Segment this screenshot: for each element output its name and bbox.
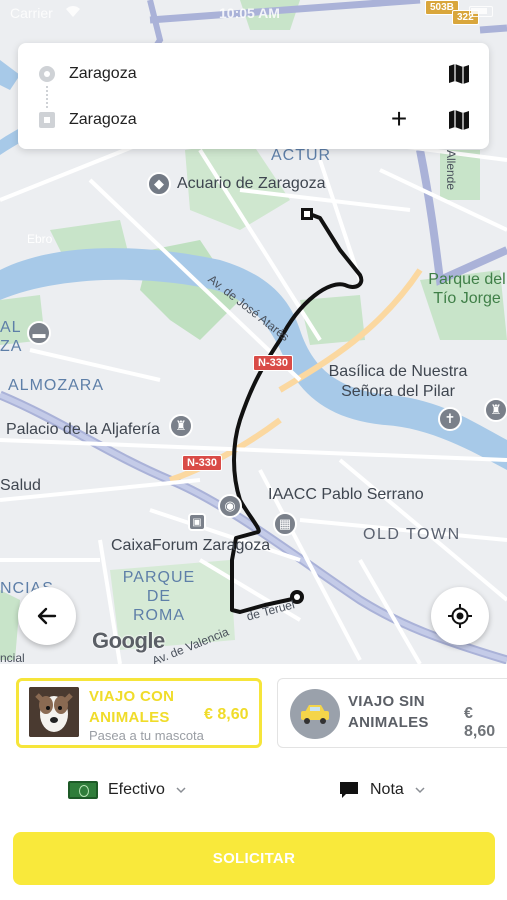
payment-row: Efectivo Nota — [0, 775, 507, 805]
map-label-ebro: Ebro — [27, 232, 53, 246]
request-button[interactable]: SOLICITAR — [13, 832, 495, 885]
map-label-old-town: OLD TOWN — [363, 526, 461, 543]
origin-marker-icon — [39, 66, 55, 82]
ride-price: € 8,60 — [204, 706, 249, 723]
map-label-parque-tio-jorge: Parque del Tío Jorge — [428, 271, 506, 307]
comment-icon — [340, 782, 358, 798]
chevron-down-icon — [415, 787, 425, 794]
note-label: Nota — [370, 781, 404, 798]
map-label-alza: AL ZA — [0, 319, 23, 355]
origin-row[interactable]: Zaragoza — [18, 49, 489, 99]
map-label-basilica: Basílica de Nuestra Señora del Pilar — [328, 363, 468, 400]
map-label-allende: Allende — [444, 150, 458, 191]
google-logo: Google — [92, 628, 165, 653]
battery-icon — [469, 6, 493, 17]
payment-method-select[interactable]: Efectivo — [68, 775, 187, 805]
destination-marker-icon — [39, 112, 55, 128]
monument-icon: ♜ — [484, 398, 507, 422]
map-view[interactable]: Carrier 10:05 AM ACTUR Acuario de Zarago… — [0, 0, 507, 664]
map-label-parque-roma: PARQUE DE ROMA — [122, 569, 196, 624]
ride-price: € 8,60 — [464, 705, 496, 740]
dolphin-icon: ◆ — [147, 172, 171, 196]
map-label-actur: ACTUR — [271, 147, 332, 164]
crosshair-icon — [448, 604, 472, 628]
taxi-car-icon — [290, 689, 340, 739]
arrow-left-icon — [37, 607, 57, 625]
map-label-aljaferia: Palacio de la Aljafería — [6, 421, 160, 438]
carrier-label: Carrier — [10, 5, 53, 21]
origin-text[interactable]: Zaragoza — [69, 65, 137, 83]
tram-icon: ▣ — [188, 513, 206, 531]
note-select[interactable]: Nota — [339, 775, 426, 805]
church-icon: ✝ — [438, 407, 462, 431]
payment-method-label: Efectivo — [108, 781, 165, 798]
ride-options-panel: VIAJO CON ANIMALES € 8,60 Pasea a tu mas… — [0, 664, 507, 900]
destination-text[interactable]: Zaragoza — [69, 111, 137, 129]
my-location-button[interactable] — [431, 587, 489, 645]
origin-map-icon[interactable] — [447, 62, 471, 86]
ride-title: VIAJO CON ANIMALES — [89, 688, 175, 726]
back-button[interactable] — [18, 587, 76, 645]
chevron-down-icon — [176, 787, 186, 794]
map-label-ncial: ncial — [0, 651, 25, 664]
add-stop-icon[interactable]: + — [387, 105, 411, 133]
ride-option-without-pets[interactable]: VIAJO SIN ANIMALES € 8,60 — [277, 678, 507, 748]
clock: 10:05 AM — [219, 5, 280, 21]
ride-subtitle: Pasea a tu mascota — [89, 728, 204, 743]
ride-option-with-pets[interactable]: VIAJO CON ANIMALES € 8,60 Pasea a tu mas… — [16, 678, 262, 748]
road-shield-n330-b: N-330 — [182, 455, 222, 471]
destination-map-icon[interactable] — [447, 108, 471, 132]
museum-icon: ▦ — [273, 512, 297, 536]
map-label-iaacc: IAACC Pablo Serrano — [268, 486, 424, 503]
destination-row[interactable]: Zaragoza + — [18, 95, 489, 145]
road-shield-n330-a: N-330 — [253, 355, 293, 371]
route-card: Zaragoza Zaragoza + — [18, 43, 489, 149]
dog-photo — [29, 687, 79, 737]
camera-icon: ◉ — [218, 494, 242, 518]
map-label-almozara: ALMOZARA — [8, 377, 105, 394]
castle-icon: ♜ — [169, 414, 193, 438]
map-label-salud: Salud — [0, 477, 41, 494]
ride-title: VIAJO SIN ANIMALES — [348, 693, 429, 731]
map-label-acuario: Acuario de Zaragoza — [177, 175, 326, 192]
wifi-icon — [66, 6, 80, 17]
hotel-icon: ▬ — [27, 321, 51, 345]
map-label-caixaforum: CaixaForum Zaragoza — [111, 537, 271, 554]
status-bar: Carrier 10:05 AM — [0, 0, 507, 26]
cash-icon — [68, 781, 98, 799]
